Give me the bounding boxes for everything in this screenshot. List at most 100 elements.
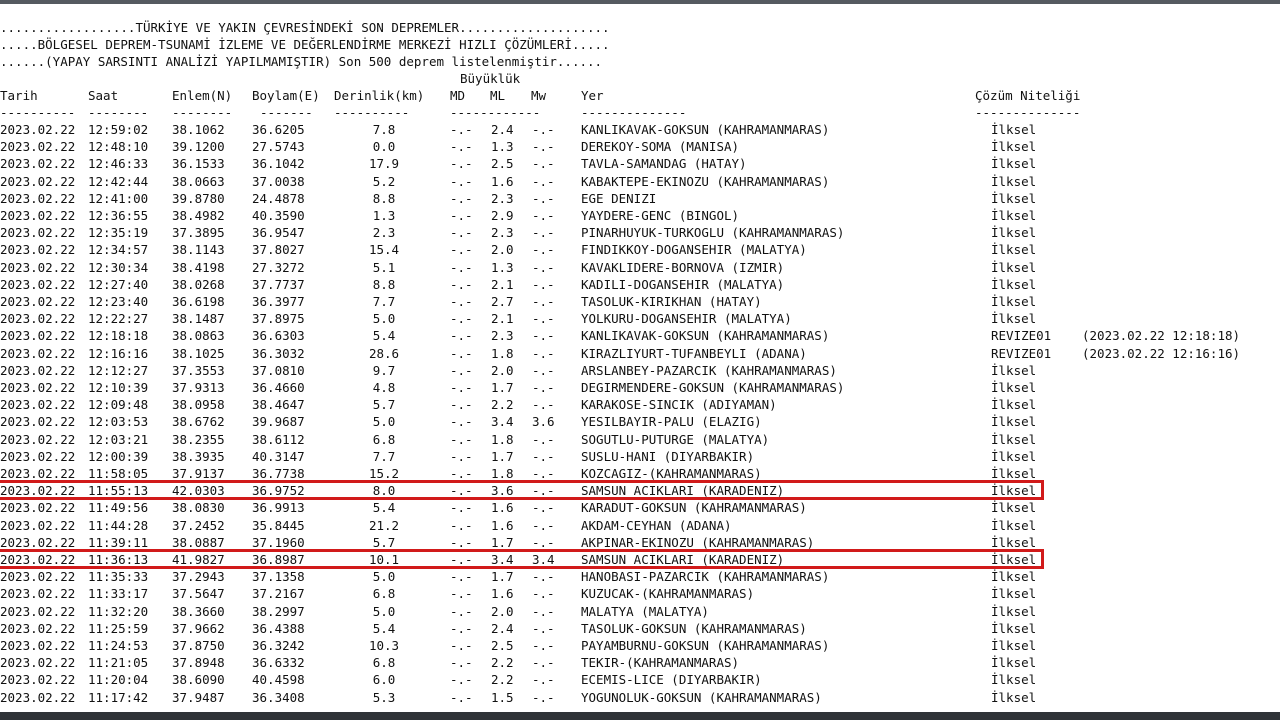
cell-time: 12:42:44: [88, 173, 149, 189]
cell-time: 12:12:27: [88, 362, 149, 378]
cell-lat: 38.0958: [172, 397, 225, 413]
cell-lat: 38.6090: [172, 672, 225, 688]
cell-lon: 27.5743: [252, 139, 305, 155]
cell-quality: İlksel: [991, 586, 1037, 602]
cell-md: -.-: [450, 500, 473, 516]
cell-mw: -.-: [532, 311, 555, 327]
cell-time: 12:22:27: [88, 311, 149, 327]
cell-md: -.-: [450, 259, 473, 275]
cell-md: -.-: [450, 345, 473, 361]
cell-ml: 2.0: [491, 603, 514, 619]
cell-depth: 10.3: [368, 638, 400, 653]
cell-quality: İlksel: [991, 552, 1037, 567]
cell-depth: 17.9: [368, 156, 400, 172]
table-row: 2023.02.22 11:20:04 38.6090 40.4598 6.0 -.- 2.…: [0, 671, 1280, 688]
cell-place: DEGIRMENDERE-GOKSUN (KAHRAMANMARAS): [581, 380, 845, 395]
cell-time: 12:27:40: [88, 276, 149, 292]
header-title-line: ..................TÜRKİYE VE YAKIN ÇEVRE…: [0, 20, 610, 35]
cell-lat: 39.1200: [172, 139, 225, 155]
table-row: 2023.02.22 11:32:20 38.3660 38.2997 5.0 -.- 2.…: [0, 603, 1280, 620]
cell-place: SOGUTLU-PUTURGE (MALATYA): [581, 431, 770, 447]
col-date-header: Tarih: [0, 88, 38, 103]
cell-depth: 7.8: [372, 122, 396, 137]
cell-mw: -.-: [532, 380, 555, 395]
cell-time: 11:36:13: [88, 552, 149, 567]
cell-place: PINARHUYUK-TURKOGLU (KAHRAMANMARAS): [581, 225, 845, 241]
cell-lat: 38.3935: [172, 448, 225, 464]
cell-lat: 36.1533: [172, 156, 225, 172]
cell-depth: 10.1: [368, 552, 400, 567]
table-row: 2023.02.22 12:03:21 38.2355 38.6112 6.8 -.- 1.…: [0, 431, 1280, 448]
cell-time: 12:16:16: [88, 345, 149, 361]
cell-time: 11:55:13: [88, 483, 149, 499]
cell-lon: 36.8987: [252, 552, 305, 567]
cell-lat: 37.8948: [172, 655, 225, 671]
cell-ml: 2.3: [491, 225, 514, 241]
cell-place: KIRAZLIYURT-TUFANBEYLI (ADANA): [581, 345, 807, 361]
column-underline-row: ---------- -------- -------- ------- ---…: [0, 104, 1280, 121]
cell-depth: 6.8: [372, 655, 396, 671]
table-row: 2023.02.22 12:22:27 38.1487 37.8975 5.0 -.- 2.…: [0, 310, 1280, 327]
cell-ml: 2.9: [491, 208, 514, 223]
cell-place: KABAKTEPE-EKINOZU (KAHRAMANMARAS): [581, 173, 830, 189]
cell-mw: 3.6: [532, 414, 555, 430]
table-row: 2023.02.22 11:44:28 37.2452 35.8445 21.2 -.- 1…: [0, 517, 1280, 534]
cell-ml: 3.4: [491, 414, 514, 430]
column-header-row: Tarih Saat Enlem(N) Boylam(E) Derinlik(k…: [0, 87, 1280, 104]
cell-time: 12:48:10: [88, 139, 149, 155]
cell-lon: 37.1960: [252, 534, 305, 550]
cell-place: ECEMIS-LICE (DIYARBAKIR): [581, 672, 762, 688]
cell-md: -.-: [450, 156, 473, 172]
cell-place: SUSLU-HANI (DIYARBAKIR): [581, 448, 755, 464]
cell-ml: 1.5: [491, 689, 514, 705]
cell-ml: 2.4: [491, 122, 514, 137]
table-row: 2023.02.22 11:39:11 38.0887 37.1960 5.7 -.- 1.…: [0, 534, 1280, 551]
cell-depth: 5.2: [372, 173, 396, 189]
cell-lon: 36.7738: [252, 466, 305, 481]
cell-ml: 2.7: [491, 294, 514, 309]
cell-lon: 37.0038: [252, 173, 305, 189]
cell-quality: İlksel: [991, 122, 1037, 137]
cell-lat: 38.1025: [172, 345, 225, 361]
cell-depth: 9.7: [372, 362, 396, 378]
table-row: 2023.02.22 12:35:19 37.3895 36.9547 2.3 -.- 2.…: [0, 224, 1280, 241]
cell-date: 2023.02.22: [0, 139, 76, 155]
header-subtitle-line: .....BÖLGESEL DEPREM-TSUNAMİ İZLEME VE D…: [0, 37, 610, 52]
cell-lon: 36.3408: [252, 689, 305, 705]
cell-place: TASOLUK-GOKSUN (KAHRAMANMARAS): [581, 620, 807, 636]
cell-lat: 41.9827: [172, 552, 225, 567]
cell-ml: 1.7: [491, 380, 514, 395]
cell-lat: 38.3660: [172, 603, 225, 619]
cell-time: 12:23:40: [88, 294, 149, 309]
cell-lat: 38.0863: [172, 328, 225, 344]
cell-time: 11:58:05: [88, 466, 149, 481]
cell-lat: 37.9487: [172, 689, 225, 705]
table-row: 2023.02.22 11:36:13 41.9827 36.8987 10.1 -.- 3…: [0, 551, 1280, 568]
cell-ml: 2.3: [491, 190, 514, 206]
table-row: 2023.02.22 12:03:53 38.6762 39.9687 5.0 -.- 3.…: [0, 413, 1280, 430]
cell-md: -.-: [450, 655, 473, 671]
cell-quality: İlksel: [991, 225, 1037, 241]
cell-depth: 6.8: [372, 431, 396, 447]
cell-time: 11:44:28: [88, 517, 149, 533]
cell-date: 2023.02.22: [0, 156, 76, 172]
cell-depth: 6.8: [372, 586, 396, 602]
cell-date: 2023.02.22: [0, 225, 76, 241]
cell-lat: 37.3895: [172, 225, 225, 241]
cell-ml: 3.4: [491, 552, 514, 567]
cell-depth: 5.7: [372, 534, 396, 550]
col-place-header: Yer: [581, 88, 604, 103]
cell-date: 2023.02.22: [0, 448, 76, 464]
col-lat-header: Enlem(N): [172, 88, 233, 103]
cell-lon: 24.4878: [252, 190, 305, 206]
cell-time: 12:03:21: [88, 431, 149, 447]
cell-lon: 37.0810: [252, 362, 305, 378]
cell-md: -.-: [450, 311, 473, 327]
cell-quality: İlksel: [991, 466, 1037, 481]
cell-lon: 36.3242: [252, 638, 305, 653]
cell-mw: -.-: [532, 173, 555, 189]
table-row: 2023.02.22 11:24:53 37.8750 36.3242 10.3 -.- 2…: [0, 637, 1280, 654]
cell-mw: -.-: [532, 397, 555, 413]
cell-place: KANLIKAVAK-GOKSUN (KAHRAMANMARAS): [581, 328, 830, 344]
cell-date: 2023.02.22: [0, 328, 76, 344]
